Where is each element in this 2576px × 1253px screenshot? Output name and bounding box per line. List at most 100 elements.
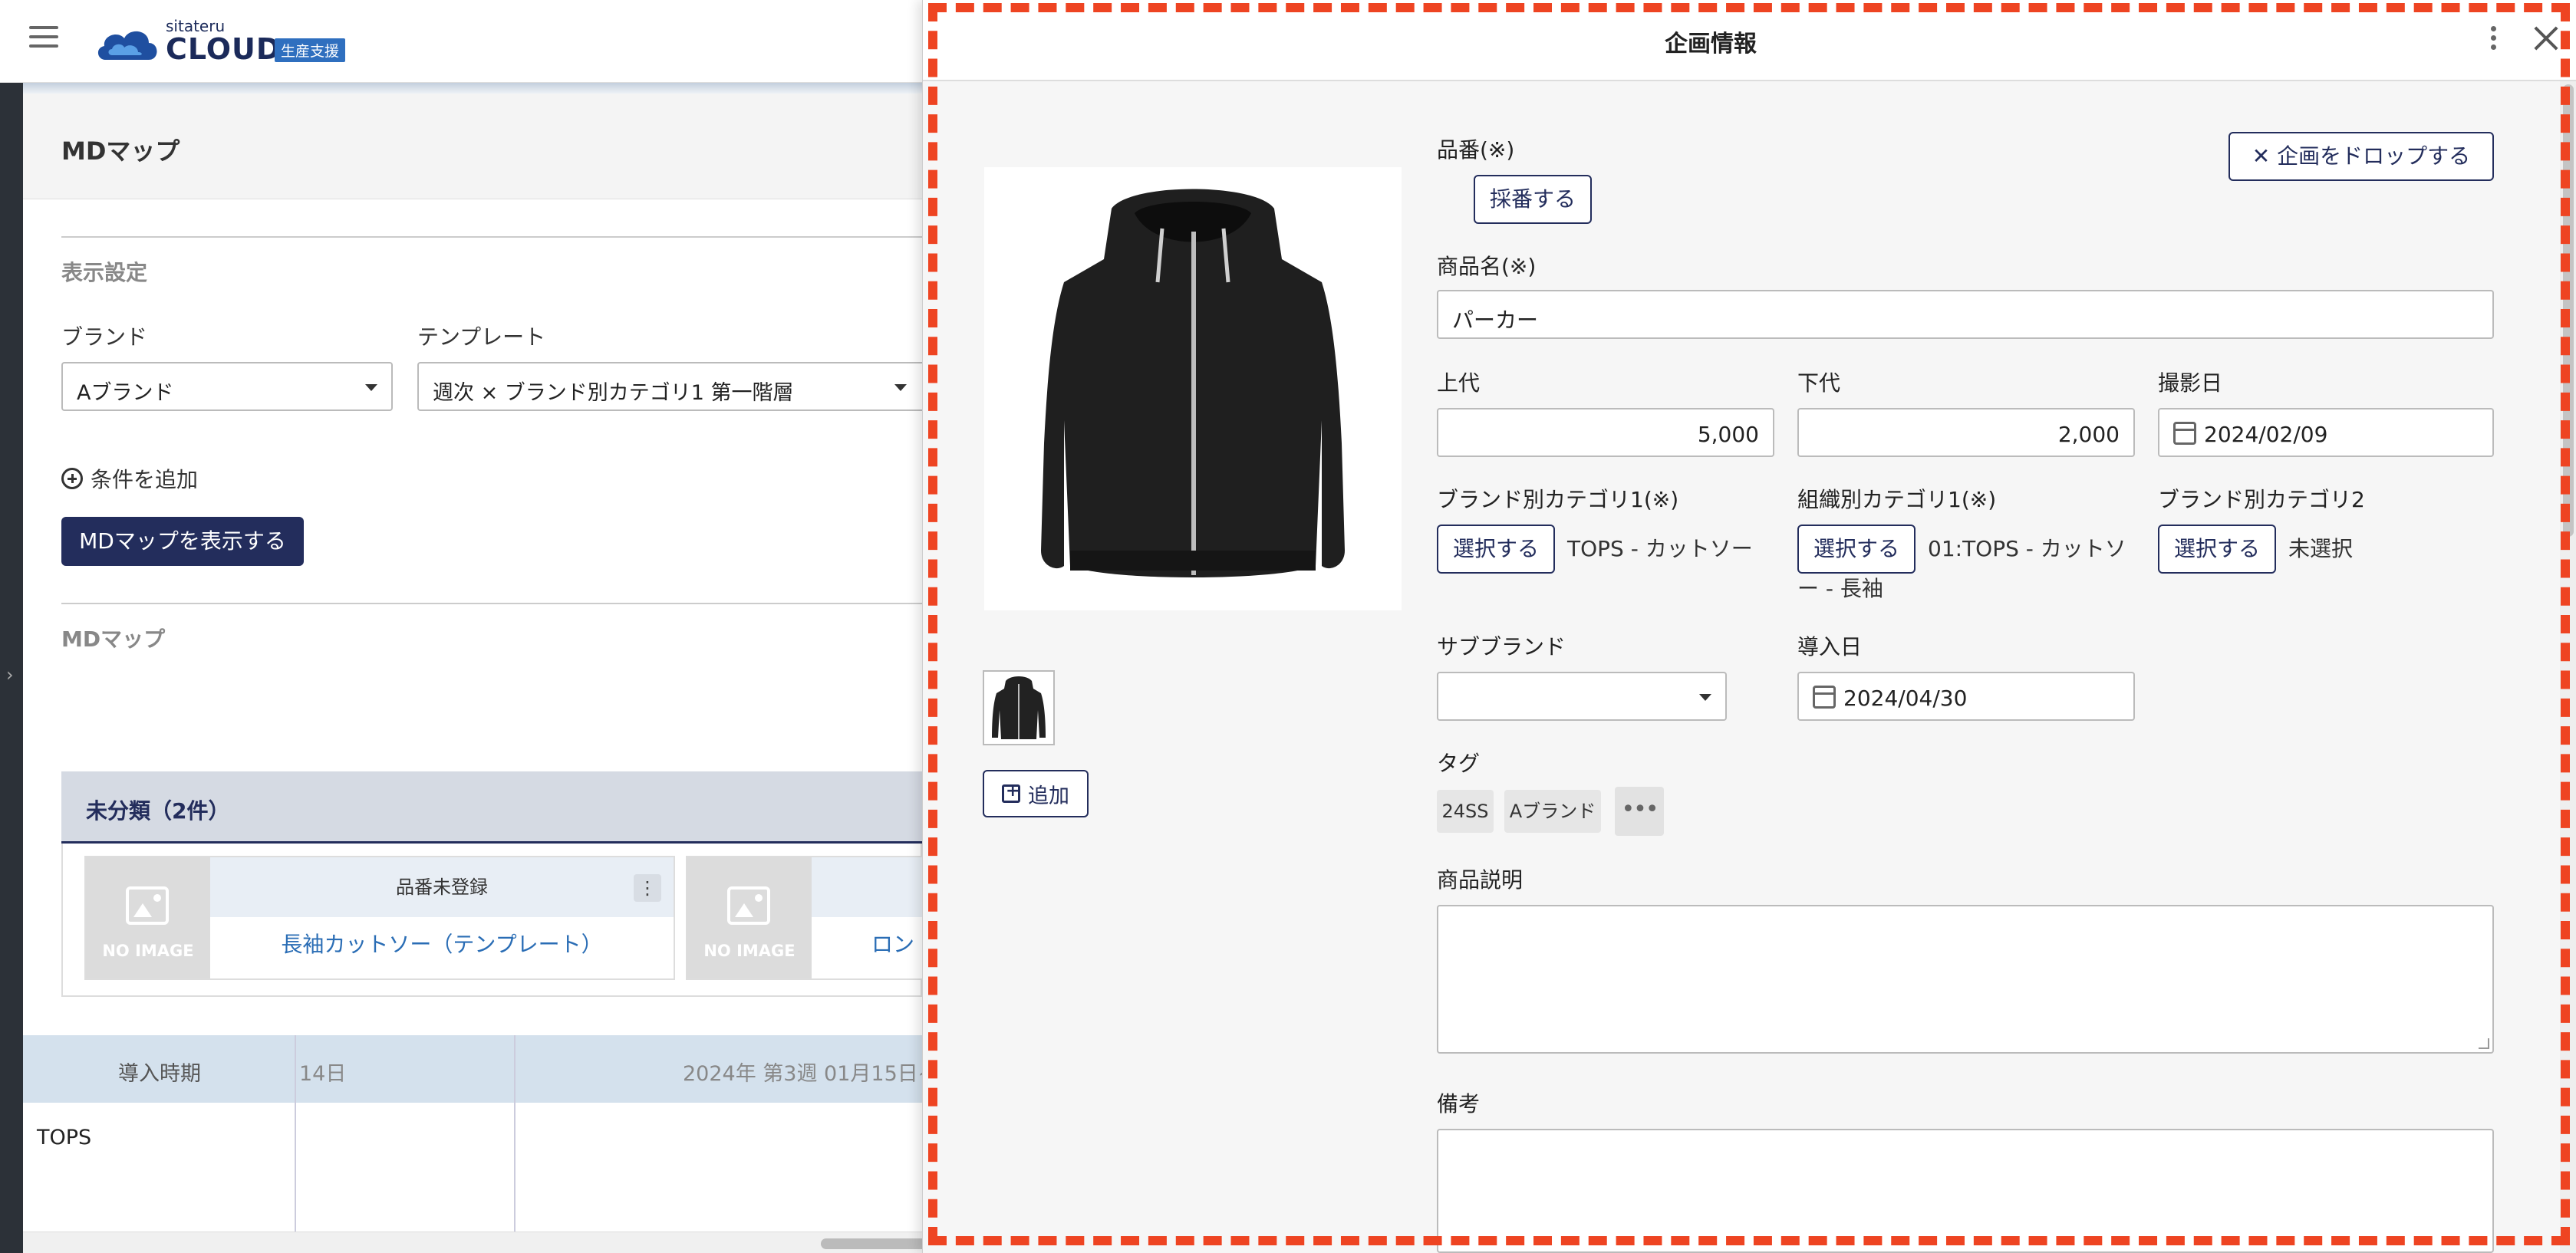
template-label: テンプレート	[417, 324, 546, 350]
add-condition-button[interactable]: 条件を追加	[61, 463, 198, 494]
no-image-text: NO IMAGE	[703, 942, 796, 960]
image-icon	[126, 886, 169, 925]
add-image-icon	[1002, 781, 1020, 803]
intro-date-input[interactable]: 2024/04/30	[1797, 672, 2135, 721]
template-select-value: 週次 × ブランド別カテゴリ1 第一階層	[433, 381, 794, 405]
more-vertical-icon[interactable]: ⋮	[634, 874, 661, 902]
brand-category2-select-button[interactable]: 選択する	[2158, 525, 2276, 574]
shoot-date-label: 撮影日	[2158, 370, 2223, 396]
brand-category1-value: TOPS - カットソー	[1567, 536, 1753, 561]
more-tags-button[interactable]: •••	[1615, 787, 1664, 836]
brand-select[interactable]: Aブランド	[61, 362, 393, 411]
tag-chip[interactable]: 24SS	[1437, 790, 1494, 833]
product-card[interactable]: NO IMAGE 品番未登録 ⋮ 長袖カットソー（テンプレート）	[84, 856, 675, 980]
top-bar: sitateru CLOUD 生産支援	[0, 0, 922, 83]
chevron-down-icon	[1699, 694, 1711, 701]
scrollbar-thumb[interactable]	[821, 1238, 922, 1249]
card-product-name[interactable]: 長袖カットソー（テンプレート）	[210, 928, 674, 959]
card-header: 品番未登録	[210, 857, 674, 917]
image-thumbnail[interactable]	[983, 670, 1055, 745]
subbrand-select[interactable]	[1437, 672, 1727, 721]
shoot-date-input[interactable]: 2024/02/09	[2158, 408, 2494, 457]
brand-category1-select-button[interactable]: 選択する	[1437, 525, 1555, 574]
hinban-label: 品番(※)	[1437, 137, 1515, 163]
product-main-image	[984, 167, 1402, 610]
tags-label: タグ	[1437, 751, 1481, 776]
tag-chip[interactable]: Aブランド	[1504, 790, 1601, 833]
column-divider	[514, 1035, 516, 1238]
org-category1-value-line1: 01:TOPS - カットソ	[1928, 536, 2126, 561]
close-small-icon: ✕	[2252, 143, 2271, 169]
background-page: sitateru CLOUD 生産支援 › MDマップ 表示設定 ブランド Aブ…	[0, 0, 922, 1253]
product-name-label: 商品名(※)	[1437, 254, 1537, 279]
scrollbar-thumb[interactable]	[2563, 84, 2574, 537]
brand-category2-label: ブランド別カテゴリ2	[2158, 487, 2365, 512]
no-image-placeholder: NO IMAGE	[687, 857, 812, 978]
card-product-name[interactable]: ロン	[871, 928, 922, 959]
close-icon[interactable]	[2531, 23, 2561, 54]
page-header: MDマップ	[23, 94, 922, 199]
add-image-label: 追加	[1028, 784, 1069, 808]
shoot-date-value: 2024/02/09	[2204, 422, 2328, 447]
vertical-scrollbar[interactable]	[2560, 81, 2576, 1253]
gedai-input[interactable]: 2,000	[1797, 408, 2135, 457]
org-category1-select-button[interactable]: 選択する	[1797, 525, 1916, 574]
add-condition-label: 条件を追加	[91, 467, 199, 492]
jodai-label: 上代	[1437, 370, 1481, 396]
description-textarea[interactable]	[1437, 905, 2494, 1054]
app-logo[interactable]: sitateru CLOUD 生産支援	[95, 17, 356, 66]
jodai-input[interactable]: 5,000	[1437, 408, 1774, 457]
page-title: MDマップ	[61, 136, 180, 166]
hoodie-image	[1041, 189, 1345, 577]
chevron-right-icon[interactable]: ›	[6, 664, 14, 686]
plan-info-panel: 企画情報 追加 ✕ 企画をドロップする 品番(※) 採番する 商品名(※) パー…	[922, 0, 2576, 1253]
product-name-input[interactable]: パーカー	[1437, 290, 2494, 339]
show-md-map-button[interactable]: MDマップを表示する	[61, 517, 304, 566]
column-header-intro-period: 導入時期	[118, 1062, 201, 1086]
panel-title: 企画情報	[1665, 31, 1757, 58]
drop-plan-button[interactable]: ✕ 企画をドロップする	[2228, 132, 2494, 181]
intro-date-label: 導入日	[1797, 634, 1863, 659]
table-body	[23, 1103, 922, 1238]
notes-label: 備考	[1437, 1091, 1481, 1117]
saiban-button[interactable]: 採番する	[1474, 175, 1592, 224]
row-label-tops: TOPS	[37, 1126, 92, 1149]
add-image-button[interactable]: 追加	[983, 770, 1089, 817]
chevron-down-icon	[894, 384, 907, 391]
notes-textarea[interactable]	[1437, 1129, 2494, 1253]
unclassified-group-header[interactable]: 未分類（2件）	[61, 771, 922, 844]
divider	[61, 236, 922, 238]
no-image-text: NO IMAGE	[102, 942, 194, 960]
column-header-week: 2024年 第3週 01月15日~	[683, 1062, 922, 1086]
card-header	[812, 857, 922, 917]
plus-circle-icon	[61, 468, 83, 489]
more-vertical-icon[interactable]	[2488, 26, 2499, 57]
header-shadow	[23, 83, 922, 94]
drop-plan-label: 企画をドロップする	[2277, 143, 2471, 169]
image-icon	[727, 886, 770, 925]
brand-category2-value: 未選択	[2288, 536, 2354, 561]
brand-category1-label: ブランド別カテゴリ1(※)	[1437, 487, 1679, 512]
template-select[interactable]: 週次 × ブランド別カテゴリ1 第一階層	[417, 362, 922, 411]
cloud-logo-icon	[97, 31, 157, 60]
brand-label: ブランド	[61, 324, 148, 350]
calendar-icon	[1813, 686, 1836, 709]
brand-select-value: Aブランド	[77, 381, 174, 405]
md-map-heading: MDマップ	[61, 626, 166, 652]
logo-badge: 生産支援	[275, 38, 346, 62]
divider	[61, 603, 922, 604]
resize-handle-icon[interactable]	[2479, 1038, 2489, 1049]
chevron-down-icon	[365, 384, 377, 391]
collapsed-sidebar[interactable]: ›	[0, 83, 23, 1253]
calendar-icon	[2173, 422, 2196, 445]
product-card[interactable]: NO IMAGE ロン	[686, 856, 922, 980]
description-label: 商品説明	[1437, 867, 1524, 893]
panel-header: 企画情報	[923, 0, 2576, 81]
subbrand-label: サブブランド	[1437, 634, 1566, 659]
hoodie-thumbnail-image	[992, 676, 1046, 739]
horizontal-scrollbar[interactable]	[23, 1232, 922, 1253]
no-image-placeholder: NO IMAGE	[86, 857, 210, 978]
hamburger-menu-icon[interactable]	[29, 26, 58, 51]
column-header-day: 14日	[299, 1062, 347, 1086]
cards-area: NO IMAGE 品番未登録 ⋮ 長袖カットソー（テンプレート） NO IMAG…	[61, 844, 922, 997]
